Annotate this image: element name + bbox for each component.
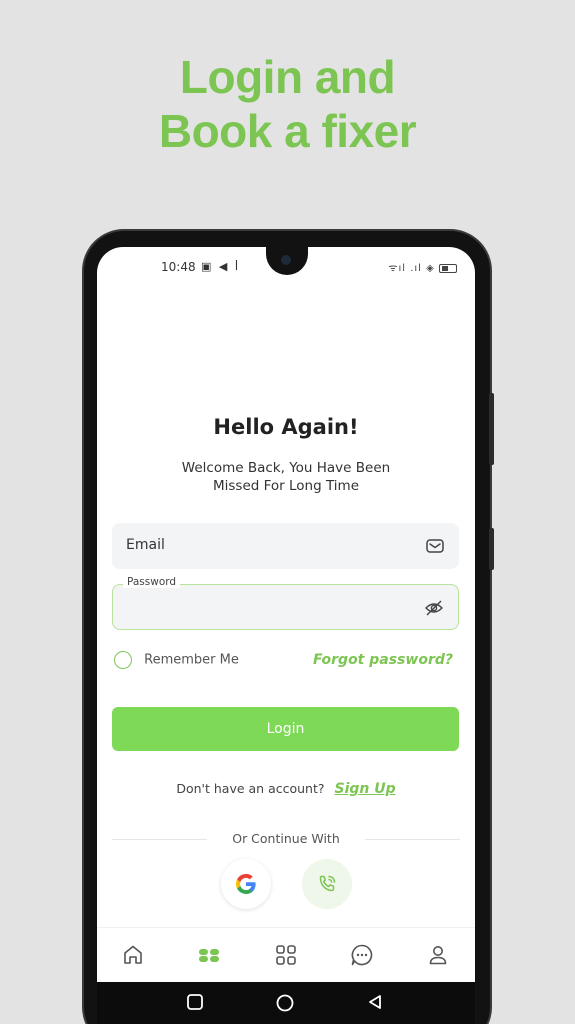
signup-prompt: Don't have an account? Sign Up: [97, 781, 475, 797]
promo-headline: Login and Book a fixer: [0, 50, 575, 158]
page-subtitle: Welcome Back, You Have Been Missed For L…: [137, 459, 435, 495]
password-label: Password: [123, 576, 181, 588]
remember-label: Remember Me: [144, 652, 239, 668]
google-icon: [235, 873, 256, 894]
subtitle-line1: Welcome Back, You Have Been: [181, 460, 391, 476]
recents-icon[interactable]: [186, 993, 204, 1011]
camera-icon: [281, 255, 291, 265]
home-icon[interactable]: [120, 942, 146, 968]
status-right-icons: ᯤıl .ıl ◈: [388, 260, 457, 274]
home-nav-icon[interactable]: [275, 993, 295, 1013]
grid-icon[interactable]: [273, 942, 299, 968]
subtitle-line2: Missed For Long Time: [212, 478, 359, 494]
google-login-button[interactable]: [221, 859, 271, 909]
battery-icon: [439, 263, 457, 273]
mail-icon: [426, 539, 444, 553]
bottom-tab-bar: [97, 927, 475, 982]
phone-call-icon: [319, 875, 336, 892]
phone-login-button[interactable]: [302, 859, 352, 909]
remember-me[interactable]: Remember Me: [114, 651, 239, 669]
volume-button: [489, 393, 494, 465]
promo-headline-line1: Login and: [179, 51, 396, 103]
divider-right: [365, 839, 460, 840]
power-button: [489, 528, 494, 570]
phone-screen: 10:48 ▣ ◀ ꟾ ᯤıl .ıl ◈ Hello Again! Welco…: [97, 247, 475, 982]
email-placeholder: Email: [126, 537, 165, 553]
forgot-password-link[interactable]: Forgot password?: [313, 652, 453, 668]
back-icon[interactable]: [366, 993, 384, 1011]
fixers-icon[interactable]: [196, 942, 222, 968]
status-time: 10:48: [161, 260, 196, 274]
promo-headline-line2: Book a fixer: [158, 105, 417, 157]
signup-link[interactable]: Sign Up: [334, 781, 395, 797]
system-nav-bar: [97, 982, 475, 1024]
notification-icons: ▣ ◀ ꟾ: [201, 260, 241, 273]
email-field[interactable]: Email: [112, 523, 459, 569]
eye-off-icon[interactable]: [424, 598, 444, 618]
profile-icon[interactable]: [425, 942, 451, 968]
password-field[interactable]: Password: [112, 576, 459, 630]
remember-radio[interactable]: [114, 651, 132, 669]
page-title: Hello Again!: [213, 415, 359, 439]
no-account-text: Don't have an account?: [176, 781, 325, 796]
login-button[interactable]: Login: [112, 707, 459, 751]
signal-icon: ᯤıl .ıl ◈: [388, 263, 435, 274]
chat-icon[interactable]: [349, 942, 375, 968]
